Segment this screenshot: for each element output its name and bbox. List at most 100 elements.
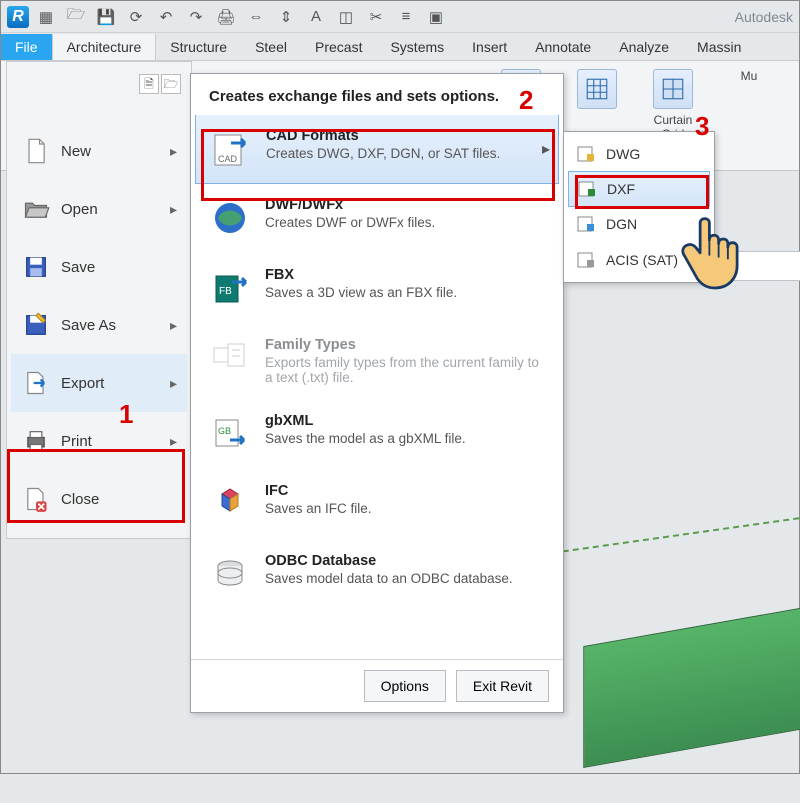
revit-logo-icon: R [7, 6, 29, 28]
annotation-number-2: 2 [519, 85, 533, 116]
export-dwf-title: DWF/DWFx [265, 197, 435, 213]
dxf-icon [577, 179, 597, 199]
svg-text:GB: GB [218, 426, 231, 436]
tab-systems[interactable]: Systems [376, 34, 458, 60]
acis-icon [576, 250, 596, 270]
export-cad-desc: Creates DWG, DXF, DGN, or SAT files. [266, 146, 500, 161]
file-menu-new-label: New [61, 143, 91, 160]
ribbon-btn-mullion[interactable]: Mu [719, 69, 779, 141]
tab-architecture[interactable]: Architecture [52, 34, 157, 60]
file-menu-print[interactable]: Print ▸ [11, 412, 187, 470]
chevron-right-icon: ▸ [170, 201, 177, 218]
qat-section-icon[interactable]: ✂ [363, 4, 389, 30]
tab-analyze[interactable]: Analyze [605, 34, 683, 60]
tab-annotate[interactable]: Annotate [521, 34, 605, 60]
qat-dim-icon[interactable]: ⇕ [273, 4, 299, 30]
file-menu-export-label: Export [61, 375, 104, 392]
ifc-icon [209, 483, 251, 525]
open-icon [21, 194, 51, 224]
viewport-canvas [561, 301, 800, 803]
chevron-right-icon: ▸ [170, 433, 177, 450]
open-docs-icon[interactable]: 🗁 [161, 74, 181, 94]
export-item-fbx[interactable]: FB FBX Saves a 3D view as an FBX file. [191, 253, 563, 323]
qat-thin-icon[interactable]: ≡ [393, 4, 419, 30]
export-item-cad[interactable]: CAD CAD Formats Creates DWG, DXF, DGN, o… [195, 115, 559, 184]
tab-file[interactable]: File [1, 34, 52, 60]
export-family-desc: Exports family types from the current fa… [265, 355, 545, 385]
mullion-label: Mu [719, 69, 779, 83]
file-menu-saveas-label: Save As [61, 317, 116, 334]
chevron-right-icon: ▸ [170, 317, 177, 334]
cad-sub-dxf[interactable]: DXF [568, 171, 710, 207]
qat-text-icon[interactable]: A [303, 4, 329, 30]
qat-print-icon[interactable]: 🖨 [213, 4, 239, 30]
qat-sync-icon[interactable]: ⟳ [123, 4, 149, 30]
export-item-gbxml[interactable]: GB gbXML Saves the model as a gbXML file… [191, 399, 563, 469]
file-menu-new[interactable]: New ▸ [11, 122, 187, 180]
chevron-right-icon: ▸ [170, 143, 177, 160]
svg-text:CAD: CAD [218, 154, 238, 164]
qat-open-icon[interactable]: 🗁 [63, 4, 89, 30]
export-item-odbc[interactable]: ODBC Database Saves model data to an ODB… [191, 539, 563, 609]
qat-home-icon[interactable]: ▦ [33, 4, 59, 30]
family-icon [209, 337, 251, 379]
fbx-icon: FB [209, 267, 251, 309]
file-menu-open[interactable]: Open ▸ [11, 180, 187, 238]
export-gbxml-title: gbXML [265, 413, 466, 429]
chevron-right-icon: ▸ [542, 139, 550, 159]
qat-save-icon[interactable]: 💾 [93, 4, 119, 30]
cad-sub-acis-label: ACIS (SAT) [606, 252, 678, 268]
options-button[interactable]: Options [364, 670, 446, 702]
export-cad-title: CAD Formats [266, 128, 500, 144]
brand-label: Autodesk [735, 9, 793, 25]
dgn-icon [576, 214, 596, 234]
export-ifc-desc: Saves an IFC file. [265, 501, 372, 516]
qat-redo-icon[interactable]: ↷ [183, 4, 209, 30]
saveas-icon [21, 310, 51, 340]
print-icon [21, 426, 51, 456]
annotation-number-1: 1 [119, 399, 133, 430]
file-menu-print-label: Print [61, 433, 92, 450]
save-icon [21, 252, 51, 282]
export-fbx-desc: Saves a 3D view as an FBX file. [265, 285, 457, 300]
tab-massing[interactable]: Massin [683, 34, 755, 60]
file-menu-save[interactable]: Save [11, 238, 187, 296]
tab-insert[interactable]: Insert [458, 34, 521, 60]
cursor-hand-icon [677, 209, 751, 293]
file-menu-close-label: Close [61, 491, 99, 508]
tab-steel[interactable]: Steel [241, 34, 301, 60]
dwf-icon [209, 197, 251, 239]
qat-switch-icon[interactable]: ▣ [423, 4, 449, 30]
file-menu-open-label: Open [61, 201, 98, 218]
qat-3d-icon[interactable]: ◫ [333, 4, 359, 30]
qat-undo-icon[interactable]: ↶ [153, 4, 179, 30]
tab-structure[interactable]: Structure [156, 34, 241, 60]
exit-revit-button[interactable]: Exit Revit [456, 670, 549, 702]
export-ifc-title: IFC [265, 483, 372, 499]
tab-precast[interactable]: Precast [301, 34, 376, 60]
curtain-sys-icon [577, 69, 617, 109]
gbxml-icon: GB [209, 413, 251, 455]
file-menu-close[interactable]: Close [11, 470, 187, 528]
export-item-ifc[interactable]: IFC Saves an IFC file. [191, 469, 563, 539]
ribbon-tabs: File Architecture Structure Steel Precas… [1, 33, 799, 61]
new-icon [21, 136, 51, 166]
chevron-right-icon: ▸ [170, 375, 177, 392]
annotation-number-3: 3 [695, 111, 709, 142]
export-item-dwf[interactable]: DWF/DWFx Creates DWF or DWFx files. [191, 183, 563, 253]
dwg-icon [576, 144, 596, 164]
file-menu-saveas[interactable]: Save As ▸ [11, 296, 187, 354]
svg-text:FB: FB [219, 286, 232, 297]
file-menu-export[interactable]: Export ▸ [11, 354, 187, 412]
recent-docs-icon[interactable]: 🗎 [139, 74, 159, 94]
export-item-family[interactable]: Family Types Exports family types from t… [191, 323, 563, 399]
qat-measure-icon[interactable]: ⇔ [243, 4, 269, 30]
cad-sub-dwg[interactable]: DWG [564, 136, 714, 172]
file-menu-save-label: Save [61, 259, 95, 276]
export-gbxml-desc: Saves the model as a gbXML file. [265, 431, 466, 446]
export-icon [21, 368, 51, 398]
file-menu: 🗎 🗁 New ▸ Open ▸ Save Save As ▸ Export ▸… [6, 61, 192, 539]
cad-icon: CAD [210, 128, 252, 170]
close-icon [21, 484, 51, 514]
cad-sub-dgn-label: DGN [606, 216, 637, 232]
